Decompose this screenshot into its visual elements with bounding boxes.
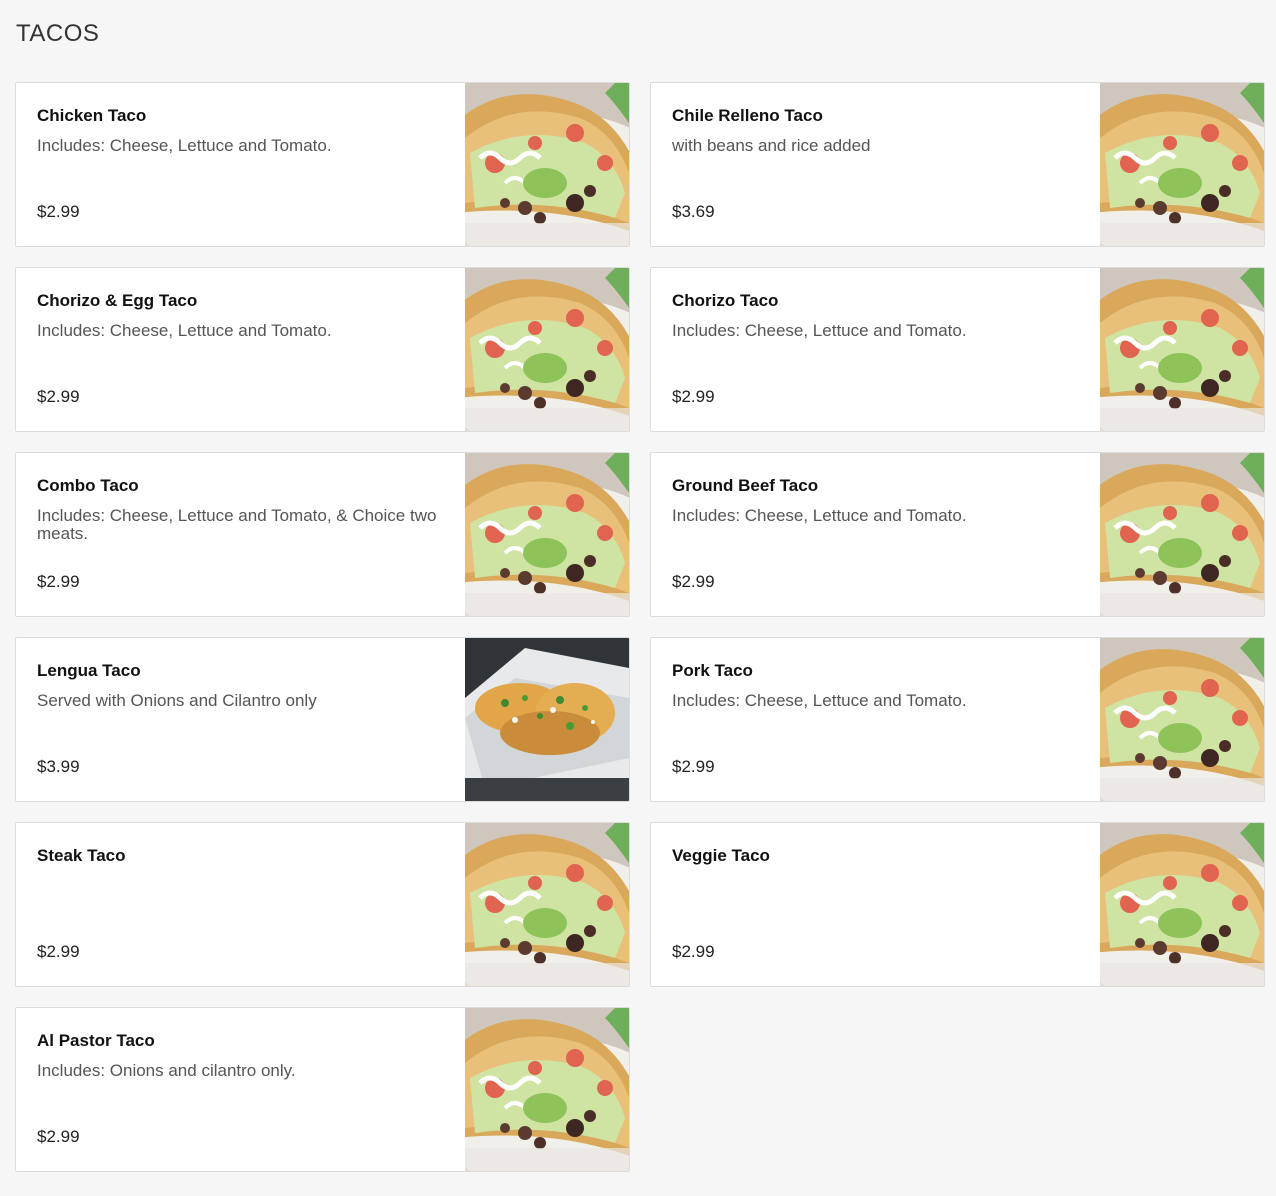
menu-item-price: $2.99 [672, 387, 715, 406]
menu-item-price: $2.99 [37, 942, 80, 961]
menu-item-price: $2.99 [37, 202, 80, 221]
menu-item-text: Pork Taco Includes: Cheese, Lettuce and T… [672, 660, 1089, 801]
menu-item-description: Includes: Cheese, Lettuce and Tomato. [37, 136, 332, 155]
menu-item-price: $2.99 [672, 757, 715, 776]
menu-item-price: $2.99 [37, 1127, 80, 1146]
menu-item-price: $2.99 [37, 572, 80, 591]
menu-item-description: Includes: Cheese, Lettuce and Tomato. [37, 321, 332, 340]
menu-item-price: $3.99 [37, 757, 80, 776]
menu-item-name: Chicken Taco [37, 106, 147, 125]
menu-item-card[interactable]: Pork Taco Includes: Cheese, Lettuce and T… [650, 637, 1265, 802]
menu-item-card[interactable]: Ground Beef Taco Includes: Cheese, Lettuc… [650, 452, 1265, 617]
menu-item-text: Al Pastor Taco Includes: Onions and cilan… [37, 1030, 454, 1171]
menu-item-description: Includes: Cheese, Lettuce and Tomato, & … [37, 506, 437, 543]
menu-item-name: Steak Taco [37, 846, 126, 865]
menu-item-name: Pork Taco [672, 661, 753, 680]
menu-item-text: Chicken Taco Includes: Cheese, Lettuce an… [37, 105, 454, 246]
menu-item-description: with beans and rice added [672, 136, 871, 155]
menu-item-text: Lengua Taco Served with Onions and Cilant… [37, 660, 454, 801]
lengua-tacos-photo [465, 638, 629, 801]
menu-item-price: $2.99 [672, 572, 715, 591]
menu-item-name: Combo Taco [37, 476, 139, 495]
menu-item-name: Chorizo Taco [672, 291, 779, 310]
taco-plate-photo [1100, 823, 1264, 986]
taco-plate-photo [465, 453, 629, 616]
menu-grid: Chicken Taco Includes: Cheese, Lettuce an… [15, 82, 1265, 1172]
menu-item-card[interactable]: Lengua Taco Served with Onions and Cilant… [15, 637, 630, 802]
menu-item-description: Includes: Cheese, Lettuce and Tomato. [672, 506, 967, 525]
menu-item-card[interactable]: Al Pastor Taco Includes: Onions and cilan… [15, 1007, 630, 1172]
taco-plate-photo [1100, 268, 1264, 431]
menu-item-price: $2.99 [672, 942, 715, 961]
taco-plate-photo [1100, 83, 1264, 246]
menu-item-text: Combo Taco Includes: Cheese, Lettuce and … [37, 475, 454, 616]
menu-item-name: Chorizo & Egg Taco [37, 291, 198, 310]
menu-item-name: Lengua Taco [37, 661, 141, 680]
menu-item-card[interactable]: Veggie Taco $2.99 [650, 822, 1265, 987]
menu-item-price: $2.99 [37, 387, 80, 406]
menu-item-card[interactable]: Chile Relleno Taco with beans and rice ad… [650, 82, 1265, 247]
menu-item-name: Al Pastor Taco [37, 1031, 155, 1050]
menu-item-card[interactable]: Combo Taco Includes: Cheese, Lettuce and … [15, 452, 630, 617]
taco-plate-photo [1100, 453, 1264, 616]
menu-item-text: Chorizo Taco Includes: Cheese, Lettuce an… [672, 290, 1089, 431]
taco-plate-photo [465, 83, 629, 246]
menu-item-description: Includes: Cheese, Lettuce and Tomato. [672, 321, 967, 340]
menu-item-description: Served with Onions and Cilantro only [37, 691, 317, 710]
taco-plate-photo [465, 268, 629, 431]
menu-item-card[interactable]: Chorizo & Egg Taco Includes: Cheese, Lett… [15, 267, 630, 432]
section-title: TACOS [16, 20, 100, 47]
menu-item-card[interactable]: Chorizo Taco Includes: Cheese, Lettuce an… [650, 267, 1265, 432]
taco-plate-photo [1100, 638, 1264, 801]
taco-plate-photo [465, 1008, 629, 1171]
menu-item-description: Includes: Cheese, Lettuce and Tomato. [672, 691, 967, 710]
taco-plate-photo [465, 823, 629, 986]
menu-item-text: Chile Relleno Taco with beans and rice ad… [672, 105, 1089, 246]
menu-item-description: Includes: Onions and cilantro only. [37, 1061, 296, 1080]
menu-item-text: Steak Taco [37, 845, 454, 986]
menu-item-card[interactable]: Steak Taco $2.99 [15, 822, 630, 987]
menu-item-price: $3.69 [672, 202, 715, 221]
menu-item-text: Chorizo & Egg Taco Includes: Cheese, Lett… [37, 290, 454, 431]
menu-item-card[interactable]: Chicken Taco Includes: Cheese, Lettuce an… [15, 82, 630, 247]
menu-item-text: Veggie Taco [672, 845, 1089, 986]
menu-item-text: Ground Beef Taco Includes: Cheese, Lettuc… [672, 475, 1089, 616]
menu-item-name: Veggie Taco [672, 846, 770, 865]
menu-item-name: Ground Beef Taco [672, 476, 819, 495]
menu-item-name: Chile Relleno Taco [672, 106, 823, 125]
